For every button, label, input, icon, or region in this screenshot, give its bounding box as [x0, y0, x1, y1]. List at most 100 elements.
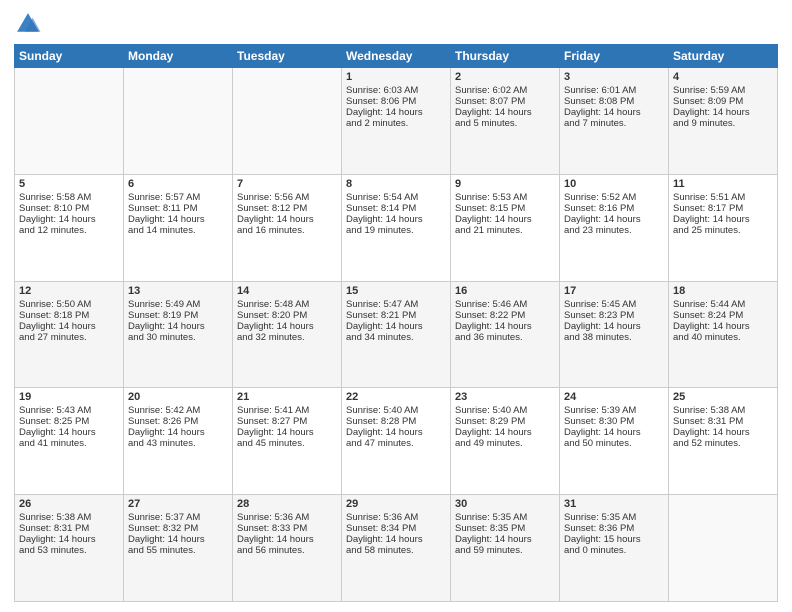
day-info-line: Sunrise: 5:54 AM	[346, 192, 446, 203]
day-info-line: Daylight: 14 hours	[346, 214, 446, 225]
day-cell: 2Sunrise: 6:02 AMSunset: 8:07 PMDaylight…	[451, 68, 560, 175]
day-info-line: Sunset: 8:19 PM	[128, 310, 228, 321]
day-info-line: and 7 minutes.	[564, 118, 664, 129]
day-cell	[669, 495, 778, 602]
day-info-line: and 47 minutes.	[346, 438, 446, 449]
day-info-line: Sunset: 8:27 PM	[237, 416, 337, 427]
day-info-line: Sunset: 8:36 PM	[564, 523, 664, 534]
day-info-line: Sunset: 8:25 PM	[19, 416, 119, 427]
day-info-line: Sunset: 8:17 PM	[673, 203, 773, 214]
day-cell: 7Sunrise: 5:56 AMSunset: 8:12 PMDaylight…	[233, 174, 342, 281]
day-info-line: Sunset: 8:31 PM	[673, 416, 773, 427]
day-info-line: Sunrise: 5:35 AM	[455, 512, 555, 523]
day-number: 30	[455, 498, 555, 510]
day-cell: 15Sunrise: 5:47 AMSunset: 8:21 PMDayligh…	[342, 281, 451, 388]
day-info-line: Sunrise: 5:53 AM	[455, 192, 555, 203]
day-info-line: Daylight: 14 hours	[564, 107, 664, 118]
day-cell: 14Sunrise: 5:48 AMSunset: 8:20 PMDayligh…	[233, 281, 342, 388]
day-info-line: Sunset: 8:35 PM	[455, 523, 555, 534]
day-number: 22	[346, 391, 446, 403]
day-info-line: Sunrise: 5:40 AM	[346, 405, 446, 416]
week-row-2: 5Sunrise: 5:58 AMSunset: 8:10 PMDaylight…	[15, 174, 778, 281]
day-info-line: Sunset: 8:32 PM	[128, 523, 228, 534]
day-info-line: Sunset: 8:11 PM	[128, 203, 228, 214]
day-cell: 4Sunrise: 5:59 AMSunset: 8:09 PMDaylight…	[669, 68, 778, 175]
day-cell: 6Sunrise: 5:57 AMSunset: 8:11 PMDaylight…	[124, 174, 233, 281]
day-info-line: Sunset: 8:30 PM	[564, 416, 664, 427]
day-number: 11	[673, 178, 773, 190]
day-info-line: and 2 minutes.	[346, 118, 446, 129]
day-info-line: Daylight: 14 hours	[19, 427, 119, 438]
day-info-line: Daylight: 14 hours	[128, 214, 228, 225]
day-info-line: Daylight: 14 hours	[128, 321, 228, 332]
day-info-line: Sunset: 8:31 PM	[19, 523, 119, 534]
week-row-5: 26Sunrise: 5:38 AMSunset: 8:31 PMDayligh…	[15, 495, 778, 602]
day-info-line: Daylight: 14 hours	[455, 214, 555, 225]
day-info-line: Daylight: 14 hours	[346, 534, 446, 545]
col-header-wednesday: Wednesday	[342, 45, 451, 68]
day-cell: 13Sunrise: 5:49 AMSunset: 8:19 PMDayligh…	[124, 281, 233, 388]
day-info-line: Sunrise: 5:36 AM	[346, 512, 446, 523]
day-cell: 18Sunrise: 5:44 AMSunset: 8:24 PMDayligh…	[669, 281, 778, 388]
day-info-line: Sunset: 8:28 PM	[346, 416, 446, 427]
day-info-line: Daylight: 14 hours	[237, 321, 337, 332]
day-cell	[233, 68, 342, 175]
day-info-line: and 21 minutes.	[455, 225, 555, 236]
calendar-table: SundayMondayTuesdayWednesdayThursdayFrid…	[14, 44, 778, 602]
day-info-line: Sunset: 8:34 PM	[346, 523, 446, 534]
day-info-line: and 30 minutes.	[128, 332, 228, 343]
day-number: 1	[346, 71, 446, 83]
day-info-line: Sunrise: 5:38 AM	[19, 512, 119, 523]
day-info-line: and 52 minutes.	[673, 438, 773, 449]
day-info-line: Sunrise: 6:03 AM	[346, 85, 446, 96]
day-info-line: Sunset: 8:08 PM	[564, 96, 664, 107]
day-cell: 11Sunrise: 5:51 AMSunset: 8:17 PMDayligh…	[669, 174, 778, 281]
day-info-line: and 9 minutes.	[673, 118, 773, 129]
day-info-line: Sunset: 8:23 PM	[564, 310, 664, 321]
day-number: 19	[19, 391, 119, 403]
day-number: 6	[128, 178, 228, 190]
day-info-line: Daylight: 14 hours	[673, 427, 773, 438]
day-info-line: Sunset: 8:10 PM	[19, 203, 119, 214]
day-info-line: Sunrise: 5:47 AM	[346, 299, 446, 310]
day-cell: 17Sunrise: 5:45 AMSunset: 8:23 PMDayligh…	[560, 281, 669, 388]
day-info-line: and 45 minutes.	[237, 438, 337, 449]
day-info-line: Daylight: 14 hours	[673, 107, 773, 118]
day-info-line: and 23 minutes.	[564, 225, 664, 236]
day-number: 16	[455, 285, 555, 297]
day-number: 31	[564, 498, 664, 510]
day-info-line: and 40 minutes.	[673, 332, 773, 343]
day-info-line: Sunset: 8:29 PM	[455, 416, 555, 427]
day-info-line: and 49 minutes.	[455, 438, 555, 449]
day-cell	[124, 68, 233, 175]
day-info-line: Sunrise: 6:02 AM	[455, 85, 555, 96]
day-info-line: Daylight: 15 hours	[564, 534, 664, 545]
day-info-line: Sunset: 8:22 PM	[455, 310, 555, 321]
day-info-line: Daylight: 14 hours	[455, 107, 555, 118]
day-number: 7	[237, 178, 337, 190]
day-info-line: Sunrise: 5:44 AM	[673, 299, 773, 310]
day-info-line: Daylight: 14 hours	[19, 214, 119, 225]
day-number: 4	[673, 71, 773, 83]
day-info-line: and 14 minutes.	[128, 225, 228, 236]
day-cell: 29Sunrise: 5:36 AMSunset: 8:34 PMDayligh…	[342, 495, 451, 602]
day-info-line: Sunrise: 5:35 AM	[564, 512, 664, 523]
day-info-line: Sunset: 8:09 PM	[673, 96, 773, 107]
day-info-line: and 59 minutes.	[455, 545, 555, 556]
day-info-line: and 56 minutes.	[237, 545, 337, 556]
day-cell: 21Sunrise: 5:41 AMSunset: 8:27 PMDayligh…	[233, 388, 342, 495]
day-info-line: Sunset: 8:07 PM	[455, 96, 555, 107]
day-number: 28	[237, 498, 337, 510]
week-row-3: 12Sunrise: 5:50 AMSunset: 8:18 PMDayligh…	[15, 281, 778, 388]
day-number: 23	[455, 391, 555, 403]
day-info-line: Sunrise: 5:52 AM	[564, 192, 664, 203]
day-info-line: Daylight: 14 hours	[19, 534, 119, 545]
day-info-line: Sunrise: 6:01 AM	[564, 85, 664, 96]
day-info-line: Sunset: 8:20 PM	[237, 310, 337, 321]
day-cell: 12Sunrise: 5:50 AMSunset: 8:18 PMDayligh…	[15, 281, 124, 388]
day-cell: 5Sunrise: 5:58 AMSunset: 8:10 PMDaylight…	[15, 174, 124, 281]
day-info-line: and 36 minutes.	[455, 332, 555, 343]
day-info-line: Daylight: 14 hours	[564, 427, 664, 438]
day-info-line: Daylight: 14 hours	[455, 534, 555, 545]
day-info-line: Sunrise: 5:50 AM	[19, 299, 119, 310]
